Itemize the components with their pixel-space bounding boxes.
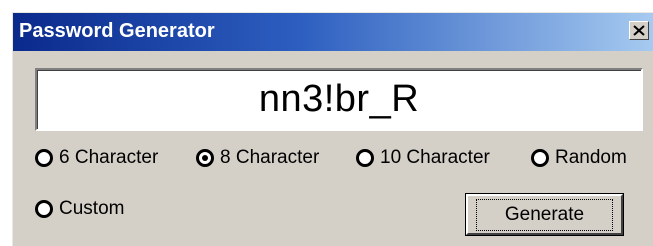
option-custom[interactable]: Custom	[35, 197, 124, 221]
option-6-character[interactable]: 6 Character	[35, 146, 158, 170]
radio-button-icon[interactable]	[35, 149, 53, 167]
option-label: 6 Character	[59, 147, 159, 168]
radio-button-selected-icon[interactable]	[196, 149, 214, 167]
radio-button-icon[interactable]	[35, 200, 53, 218]
title-bar[interactable]: Password Generator	[13, 13, 653, 51]
radio-button-icon[interactable]	[531, 149, 549, 167]
generated-password: nn3!br_R	[258, 78, 420, 120]
generate-button[interactable]: Generate	[465, 193, 624, 236]
option-label: Custom	[59, 198, 125, 219]
option-random[interactable]: Random	[531, 146, 627, 170]
generate-button-label: Generate	[475, 198, 614, 231]
close-icon	[633, 25, 645, 36]
option-10-character[interactable]: 10 Character	[356, 146, 490, 170]
option-label: Random	[555, 147, 627, 168]
close-button[interactable]	[629, 21, 649, 40]
password-generator-window: Password Generator nn3!br_R 6 Character …	[12, 12, 653, 246]
option-8-character[interactable]: 8 Character	[196, 146, 319, 170]
radio-button-icon[interactable]	[356, 149, 374, 167]
option-label: 10 Character	[380, 147, 490, 168]
password-display: nn3!br_R	[35, 68, 643, 131]
window-title: Password Generator	[19, 20, 215, 42]
option-label: 8 Character	[220, 147, 320, 168]
